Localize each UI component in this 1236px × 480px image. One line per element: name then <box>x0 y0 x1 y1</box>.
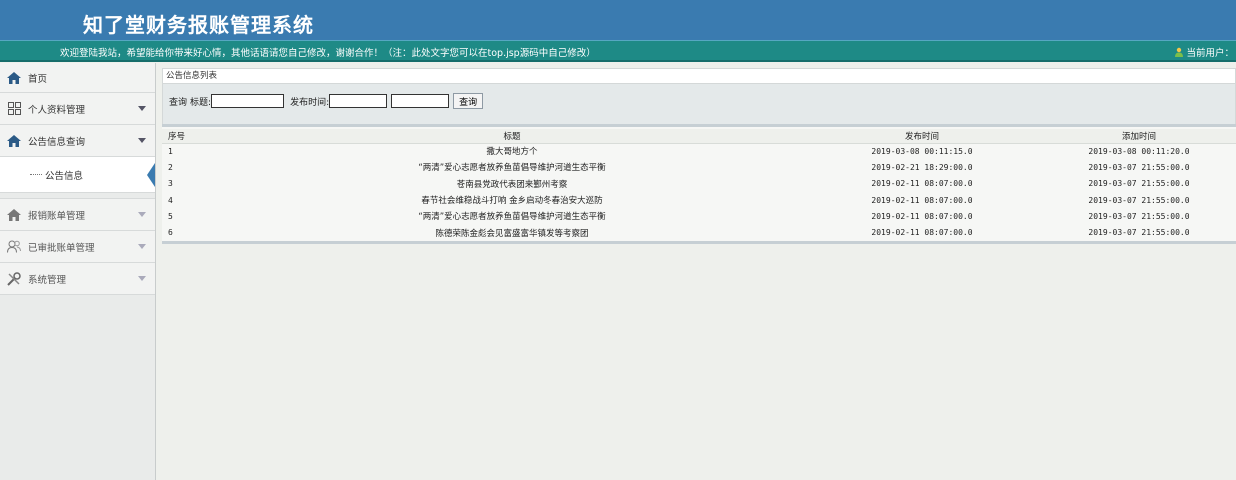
column-header-title: 标题 <box>222 129 802 144</box>
marquee-bar: 欢迎登陆我站，希望能给你带来好心情，其他话语请您自己修改，谢谢合作！（注：此处文… <box>0 40 1236 62</box>
column-header-add-time: 添加时间 <box>1042 129 1236 144</box>
cell-add-time: 2019-03-07 21:55:00.0 <box>1088 162 1190 172</box>
sidebar-item-reimbursement[interactable]: 报销账单管理 <box>0 199 155 231</box>
sidebar-item-label: 首页 <box>28 73 48 85</box>
chevron-down-icon <box>138 138 146 143</box>
cell-index: 4 <box>168 195 173 205</box>
cell-add-time: 2019-03-07 21:55:00.0 <box>1088 179 1190 189</box>
sidebar-subitem-announcement-info[interactable]: 公告信息 <box>0 157 155 193</box>
cell-add-time: 2019-03-07 21:55:00.0 <box>1088 195 1190 205</box>
column-header-index: 序号 <box>162 129 222 144</box>
current-user-label: 当前用户： <box>1186 48 1234 59</box>
sidebar-item-label: 公告信息查询 <box>28 136 86 148</box>
cell-title[interactable]: 苍南县党政代表团来鄞州考察 <box>222 176 802 192</box>
cell-publish-time: 2019-03-08 00:11:15.0 <box>871 146 973 156</box>
query-button[interactable]: 查询 <box>453 93 484 109</box>
cell-index: 3 <box>168 179 173 189</box>
cell-title[interactable]: 陈德荣陈金彪会见富盛富华镇发等考察团 <box>222 224 802 240</box>
sidebar-item-profile[interactable]: 个人资料管理 <box>0 93 155 125</box>
chevron-down-icon <box>138 212 146 217</box>
sidebar-subitem-label: 公告信息 <box>45 170 84 182</box>
table-row[interactable]: 1 撒大哥地方个 2019-03-08 00:11:15.0 2019-03-0… <box>162 143 1236 159</box>
column-header-publish-time: 发布时间 <box>802 129 1042 144</box>
active-indicator <box>147 163 155 187</box>
publish-time-label: 发布时间: <box>290 97 330 108</box>
table-row[interactable]: 3 苍南县党政代表团来鄞州考察 2019-02-11 08:07:00.0 20… <box>162 176 1236 192</box>
table-row[interactable]: 5 “两清”爱心志愿者放养鱼苗倡导维护河道生态平衡 2019-02-11 08:… <box>162 208 1236 224</box>
sidebar-item-approved[interactable]: 已审批账单管理 <box>0 231 155 263</box>
cell-title[interactable]: “两清”爱心志愿者放养鱼苗倡导维护河道生态平衡 <box>222 159 802 175</box>
table-row[interactable]: 6 陈德荣陈金彪会见富盛富华镇发等考察团 2019-02-11 08:07:00… <box>162 224 1236 240</box>
table-row[interactable]: 4 春节社会维稳战斗打响 金乡启动冬春治安大巡防 2019-02-11 08:0… <box>162 192 1236 208</box>
cell-publish-time: 2019-02-11 08:07:00.0 <box>871 179 973 189</box>
cell-add-time: 2019-03-08 00:11:20.0 <box>1088 146 1190 156</box>
chevron-down-icon <box>138 276 146 281</box>
start-date-input[interactable] <box>329 94 388 108</box>
cell-add-time: 2019-03-07 21:55:00.0 <box>1088 228 1190 238</box>
cell-index: 1 <box>168 146 173 156</box>
user-icon <box>1175 47 1184 57</box>
announcement-table: 序号 标题 发布时间 添加时间 1 撒大哥地方个 2019-03-08 00:1… <box>162 129 1236 241</box>
cell-publish-time: 2019-02-11 08:07:00.0 <box>871 211 973 221</box>
chevron-down-icon <box>138 106 146 111</box>
cell-publish-time: 2019-02-11 08:07:00.0 <box>871 195 973 205</box>
cell-index: 6 <box>168 228 173 238</box>
cell-add-time: 2019-03-07 21:55:00.0 <box>1088 211 1190 221</box>
home-icon <box>6 70 22 86</box>
home-icon <box>6 133 22 149</box>
sidebar: 首页 个人资料管理 公告信息查询 公告信息 报销账单管理 已审批账单管理 系统管… <box>0 63 156 480</box>
table-row[interactable]: 2 “两清”爱心志愿者放养鱼苗倡导维护河道生态平衡 2019-02-21 18:… <box>162 159 1236 175</box>
cell-index: 5 <box>168 211 173 221</box>
query-label: 查询 <box>169 97 188 108</box>
sidebar-item-label: 已审批账单管理 <box>28 242 95 254</box>
search-row: 查询 标题: 发布时间: 查询 <box>169 93 484 109</box>
marquee-text: 欢迎登陆我站，希望能给你带来好心情，其他话语请您自己修改，谢谢合作！（注：此处文… <box>60 48 596 59</box>
cell-publish-time: 2019-02-21 18:29:00.0 <box>871 162 973 172</box>
search-bar: 查询 标题: 发布时间: 查询 <box>162 84 1236 124</box>
table-header-row: 序号 标题 发布时间 添加时间 <box>162 129 1236 144</box>
grid-icon <box>6 101 22 117</box>
cell-publish-time: 2019-02-11 08:07:00.0 <box>871 228 973 238</box>
announcement-table-wrap: 序号 标题 发布时间 添加时间 1 撒大哥地方个 2019-03-08 00:1… <box>162 124 1236 244</box>
sidebar-item-home[interactable]: 首页 <box>0 63 155 93</box>
top-header: 知了堂财务报账管理系统 <box>0 0 1236 40</box>
cell-title[interactable]: 春节社会维稳战斗打响 金乡启动冬春治安大巡防 <box>222 192 802 208</box>
sidebar-item-announcements[interactable]: 公告信息查询 <box>0 125 155 157</box>
sidebar-item-label: 报销账单管理 <box>28 210 86 222</box>
title-search-input[interactable] <box>211 94 285 108</box>
cell-title[interactable]: 撒大哥地方个 <box>222 143 802 159</box>
title-label: 标题: <box>190 97 212 108</box>
end-date-input[interactable] <box>391 94 450 108</box>
panel-title: 公告信息列表 <box>162 68 1236 84</box>
current-user: 当前用户： <box>1174 45 1234 59</box>
sidebar-item-label: 个人资料管理 <box>28 104 86 116</box>
tools-icon <box>6 271 22 287</box>
chevron-down-icon <box>138 244 146 249</box>
sidebar-item-label: 系统管理 <box>28 274 67 286</box>
cell-title[interactable]: “两清”爱心志愿者放养鱼苗倡导维护河道生态平衡 <box>222 208 802 224</box>
tree-connector <box>30 174 42 175</box>
app-title: 知了堂财务报账管理系统 <box>83 13 314 37</box>
sidebar-item-system[interactable]: 系统管理 <box>0 263 155 295</box>
users-icon <box>6 239 22 255</box>
main-content: 公告信息列表 查询 标题: 发布时间: 查询 序号 标题 发布时间 添加时间 1… <box>162 68 1236 480</box>
home-icon <box>6 207 22 223</box>
cell-index: 2 <box>168 162 173 172</box>
